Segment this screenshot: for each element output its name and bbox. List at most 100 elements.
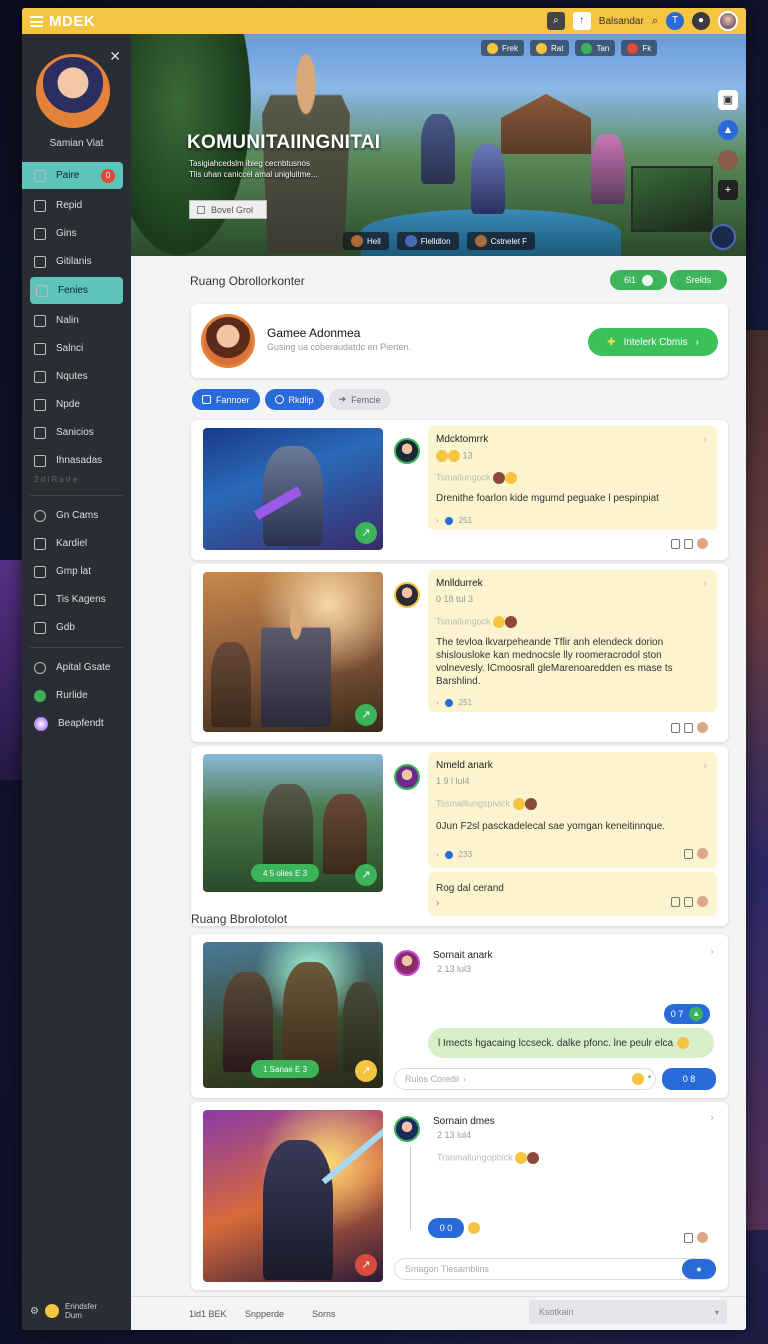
- sidebar-item-1[interactable]: Repid: [22, 192, 131, 219]
- sidebar-item2-4[interactable]: Gdb: [22, 614, 131, 641]
- like-icon[interactable]: [671, 538, 680, 549]
- tab-rkdlip[interactable]: Rkdlip: [264, 389, 324, 410]
- hero-bottom-chip[interactable]: Hell: [343, 232, 389, 250]
- share-icon[interactable]: [684, 722, 693, 733]
- notification-icon[interactable]: T: [666, 12, 684, 30]
- avatar[interactable]: [201, 314, 255, 368]
- menu-icon[interactable]: [30, 15, 43, 27]
- comment-author[interactable]: Sornait anark: [433, 950, 492, 961]
- sidebar-item-7[interactable]: Nqutes: [22, 363, 131, 390]
- save-icon[interactable]: ▣: [718, 90, 738, 110]
- avatar[interactable]: [394, 950, 420, 976]
- chevron-right-icon[interactable]: ›: [703, 434, 707, 446]
- sidebar-item2-7[interactable]: Beapfendt: [22, 710, 131, 737]
- hero-chip[interactable]: Tan: [575, 40, 616, 56]
- sidebar-item-0[interactable]: Paire 0: [22, 162, 123, 189]
- bottom-label-c[interactable]: Sorns: [312, 1309, 336, 1319]
- share-icon[interactable]: ↗: [355, 522, 377, 544]
- chevron-right-icon[interactable]: ›: [703, 578, 707, 590]
- sidebar-item-4[interactable]: Fenies: [30, 277, 123, 304]
- search-icon[interactable]: ⌕: [652, 15, 658, 28]
- sidebar-item2-6[interactable]: Rurlide: [22, 682, 131, 709]
- hero-button[interactable]: Bovel Grol: [189, 200, 267, 219]
- comment-author[interactable]: Mdcktomrrk: [436, 434, 488, 445]
- count-pill[interactable]: 0 0: [428, 1218, 464, 1238]
- thumbnail-pill[interactable]: 1 Sanae E 3: [251, 1060, 320, 1078]
- emoji-icon[interactable]: [468, 1222, 480, 1234]
- share-icon[interactable]: ↗: [355, 864, 377, 886]
- chevron-right-icon[interactable]: ›: [710, 946, 714, 958]
- hero-bottom-chip[interactable]: Flelldlon: [396, 232, 459, 250]
- comment-author[interactable]: Mnlldurrek: [436, 578, 483, 589]
- avatar[interactable]: [394, 764, 420, 790]
- share-icon[interactable]: ↗: [355, 1060, 377, 1082]
- avatar[interactable]: [394, 438, 420, 464]
- share-button[interactable]: ↑: [572, 12, 591, 30]
- hero-minimap[interactable]: [631, 166, 713, 232]
- bottom-label-a[interactable]: 1ld1 BEK: [189, 1309, 227, 1319]
- send-button[interactable]: ●: [682, 1259, 716, 1279]
- add-icon[interactable]: +: [718, 180, 738, 200]
- sidebar-item2-5[interactable]: Apital Gsate: [22, 654, 131, 681]
- chevron-right-icon[interactable]: ›: [710, 1112, 714, 1124]
- post-thumbnail[interactable]: 4 5 olies E 3 ↗: [203, 754, 383, 892]
- profile-avatar[interactable]: [36, 54, 110, 128]
- close-icon[interactable]: ✕: [109, 48, 121, 65]
- coin-icon[interactable]: ●: [692, 12, 710, 30]
- user-avatar[interactable]: [718, 11, 738, 31]
- like-icon[interactable]: [684, 1232, 693, 1243]
- hero-chip[interactable]: Frek: [481, 40, 524, 56]
- sidebar-item2-3[interactable]: Tis Kagens: [22, 586, 131, 613]
- emoji-icon[interactable]: [632, 1073, 644, 1085]
- invite-button[interactable]: ✚ Intelerk Cbmis ›: [588, 328, 718, 356]
- avatar[interactable]: [394, 582, 420, 608]
- square-button[interactable]: ⌕: [546, 12, 565, 30]
- reply-bubble[interactable]: Rog dal cerand ›: [428, 872, 717, 916]
- hero-chip[interactable]: Rat: [530, 40, 570, 56]
- counter-pill[interactable]: 6l1: [610, 270, 667, 290]
- sidebar-item-5[interactable]: Nalin: [22, 307, 131, 334]
- share-icon[interactable]: [684, 896, 693, 907]
- reply-input[interactable]: Rulos Coredil ›: [394, 1068, 656, 1090]
- post-thumbnail[interactable]: 1 Sanae E 3 ↗: [203, 942, 383, 1088]
- app-logo[interactable]: MDEK: [30, 13, 95, 30]
- thumbnail-pill[interactable]: 4 5 olies E 3: [251, 864, 320, 882]
- sidebar-item2-1[interactable]: Kardiel: [22, 530, 131, 557]
- sidebar-item-10[interactable]: Ihnasadas: [22, 447, 131, 474]
- sidebar-item-2[interactable]: Gins: [22, 220, 131, 247]
- post-thumbnail[interactable]: ↗: [203, 1110, 383, 1282]
- sidebar-item-6[interactable]: Salnci: [22, 335, 131, 362]
- like-icon[interactable]: [684, 848, 693, 859]
- comment-author[interactable]: Sornain dmes: [433, 1116, 495, 1127]
- search-label[interactable]: Balsandar: [599, 16, 644, 27]
- sidebar-item2-2[interactable]: Gmp lat: [22, 558, 131, 585]
- sidebar-item-8[interactable]: Npde: [22, 391, 131, 418]
- post-thumbnail[interactable]: ↗: [203, 572, 383, 732]
- navigate-icon[interactable]: ▲: [718, 120, 738, 140]
- hero-compass[interactable]: [710, 224, 736, 250]
- like-icon[interactable]: [671, 722, 680, 733]
- settings-icon[interactable]: ⚙: [30, 1306, 39, 1317]
- sidebar-item2-0[interactable]: Gn Cams: [22, 502, 131, 529]
- chevron-right-icon[interactable]: ›: [703, 760, 707, 772]
- share-icon[interactable]: [684, 538, 693, 549]
- like-icon[interactable]: [671, 896, 680, 907]
- hero-chip[interactable]: Fk: [621, 40, 658, 56]
- send-pill[interactable]: Srelds: [670, 270, 727, 290]
- send-pill[interactable]: 0 8: [662, 1068, 716, 1090]
- hero-bottom-chip[interactable]: Cstnelet F: [466, 232, 536, 250]
- count-pill[interactable]: 0 7 ▲: [664, 1004, 710, 1024]
- tab-femcie[interactable]: ➜ Femcie: [328, 389, 391, 410]
- avatar[interactable]: [394, 1116, 420, 1142]
- bottom-input[interactable]: Ksotkain ▾: [529, 1300, 727, 1324]
- bottom-label-b[interactable]: Snpperde: [245, 1309, 284, 1319]
- sidebar-item-3[interactable]: Gitilanis: [22, 248, 131, 275]
- share-icon[interactable]: ↗: [355, 1254, 377, 1276]
- tab-fannoer[interactable]: Fannoer: [192, 389, 260, 410]
- share-icon[interactable]: ↗: [355, 704, 377, 726]
- avatar[interactable]: [718, 150, 738, 170]
- sidebar-item-9[interactable]: Sanicios: [22, 419, 131, 446]
- reply-input[interactable]: Smagon Tlesamblins: [394, 1258, 716, 1280]
- comment-author[interactable]: Nmeld anark: [436, 760, 493, 771]
- post-thumbnail[interactable]: ↗: [203, 428, 383, 550]
